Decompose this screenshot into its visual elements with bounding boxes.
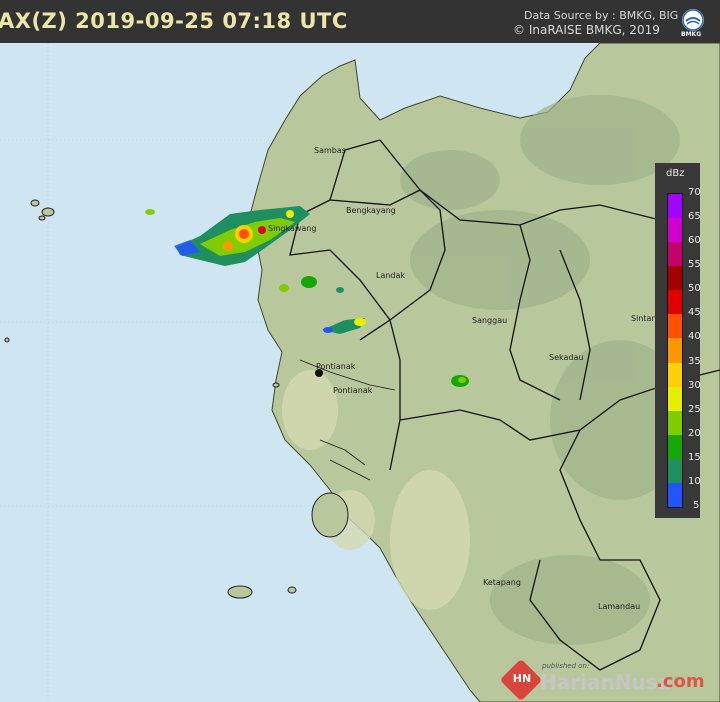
bmkg-logo-text: BMKG	[681, 31, 702, 38]
legend-tick-label: 5	[693, 500, 700, 511]
radar-title: AX(Z) 2019-09-25 07:18 UTC	[0, 9, 348, 33]
legend-tick-label: 65	[688, 211, 701, 223]
place-label: Sanggau	[472, 316, 508, 325]
watermark-name: HarianNusa	[540, 670, 672, 694]
watermark-domain: .com	[656, 671, 705, 692]
legend-swatch	[668, 194, 682, 219]
bmkg-logo-icon	[682, 9, 704, 31]
legend-swatch	[668, 434, 682, 460]
legend-swatch	[668, 338, 682, 364]
place-label: Pontianak	[333, 386, 373, 395]
legend-tick-label: 15	[688, 451, 701, 463]
data-source-text: Data Source by : BMKG, BIG	[524, 9, 679, 22]
legend-unit: dBz	[666, 168, 685, 179]
legend-swatch	[668, 482, 682, 508]
legend-tick-label: 25	[688, 403, 701, 415]
legend-swatch	[668, 458, 682, 484]
legend-swatch	[668, 290, 682, 315]
legend-tick-label: 45	[688, 307, 701, 319]
radar-map-view: AX(Z) 2019-09-25 07:18 UTC Data Source b…	[0, 0, 720, 702]
place-label: Ketapang	[483, 578, 521, 587]
legend-tick-label: 30	[688, 379, 701, 391]
legend-tick-label: 55	[688, 259, 701, 271]
place-label: Landak	[376, 271, 406, 280]
place-label: Pontianak	[316, 362, 356, 371]
place-label: Sambas	[314, 146, 346, 155]
watermark-published: published on:	[542, 662, 590, 670]
legend-tick-label: 40	[688, 331, 701, 343]
legend-color-bar	[667, 193, 683, 508]
basemap	[0, 0, 720, 702]
legend-swatch	[668, 362, 682, 388]
legend-tick-label: 20	[688, 427, 701, 439]
legend-tick-label: 35	[688, 355, 701, 367]
header-bar: AX(Z) 2019-09-25 07:18 UTC Data Source b…	[0, 0, 720, 43]
place-label: Lamandau	[598, 602, 641, 611]
legend-tick-label: 10	[688, 475, 701, 487]
dbz-legend: dBz 70 65 60 55 50 45 40 35 30 25 20 15 10 5	[655, 163, 701, 518]
legend-swatch	[668, 386, 682, 412]
legend-tick-label: 50	[688, 283, 701, 295]
legend-swatch	[668, 266, 682, 291]
place-label: Singkawang	[268, 224, 317, 233]
legend-tick-label: 60	[688, 235, 701, 247]
legend-swatch	[668, 218, 682, 243]
legend-swatch	[668, 314, 682, 339]
place-label: Bengkayang	[346, 206, 396, 215]
legend-swatch	[668, 242, 682, 267]
legend-tick-label: 70	[688, 187, 701, 198]
watermark-icon-label: HN	[512, 672, 532, 685]
legend-swatch	[668, 410, 682, 436]
copyright-text: © InaRAISE BMKG, 2019	[513, 23, 660, 37]
place-label: Sekadau	[549, 353, 584, 362]
